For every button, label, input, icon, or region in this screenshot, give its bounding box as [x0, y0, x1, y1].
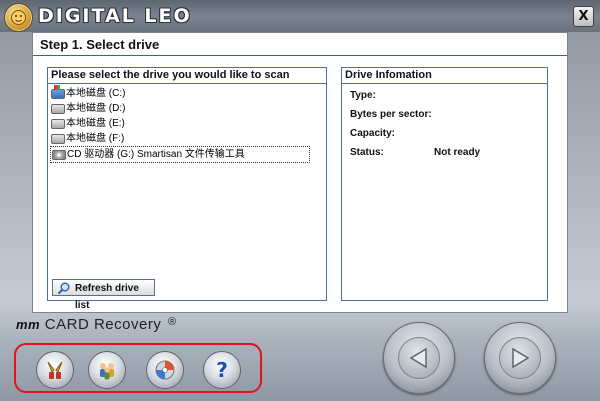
brand-name: CARD Recovery: [44, 316, 162, 333]
system-drive-icon: [51, 85, 65, 99]
magnifier-icon: [57, 282, 70, 295]
title-bar[interactable]: DIGITAL LEO X: [0, 0, 600, 32]
bytes-per-sector-label: Bytes per sector:: [350, 109, 432, 120]
back-arrow-icon: [409, 347, 427, 369]
status-label: Status:: [350, 147, 384, 158]
next-button[interactable]: [484, 322, 556, 394]
drive-information-panel: Drive Infomation Type: Bytes per sector:…: [341, 67, 548, 301]
tools-button[interactable]: [36, 351, 74, 389]
drive-label: 本地磁盘 (D:): [66, 103, 126, 114]
drive-label: 本地磁盘 (C:): [66, 88, 126, 99]
drive-label: 本地磁盘 (F:): [66, 133, 125, 144]
users-button[interactable]: [88, 351, 126, 389]
hard-drive-icon: [51, 134, 65, 144]
close-button[interactable]: X: [573, 6, 594, 27]
cd-drive-icon: [52, 150, 66, 160]
refresh-drive-list-button[interactable]: Refresh drive list: [52, 279, 155, 311]
cd-globe-icon: [155, 360, 175, 380]
back-button[interactable]: [383, 322, 455, 394]
tool-buttons-group: ?: [14, 343, 262, 393]
step-header: Step 1. Select drive: [33, 33, 567, 56]
drive-item-d[interactable]: 本地磁盘 (D:): [50, 101, 324, 116]
info-panel-header: Drive Infomation: [342, 68, 547, 84]
registered-mark: ®: [168, 316, 177, 328]
status-value: Not ready: [434, 147, 481, 158]
drive-item-c[interactable]: 本地磁盘 (C:): [50, 85, 324, 101]
refresh-label: Refresh drive list: [75, 283, 139, 311]
app-window: DIGITAL LEO X Step 1. Select drive Pleas…: [0, 0, 600, 401]
help-icon: ?: [216, 358, 228, 382]
product-brand: mm CARD Recovery ®: [16, 316, 177, 333]
app-title: DIGITAL LEO: [38, 5, 192, 27]
drive-label: 本地磁盘 (E:): [66, 118, 125, 129]
drive-item-e[interactable]: 本地磁盘 (E:): [50, 116, 324, 131]
help-button[interactable]: ?: [203, 351, 241, 389]
digital-leo-logo-icon: [4, 3, 33, 32]
people-icon: [100, 363, 114, 380]
drive-list[interactable]: 本地磁盘 (C:) 本地磁盘 (D:) 本地磁盘 (E:) 本地磁盘 (F:) …: [50, 85, 324, 163]
main-content-panel: Step 1. Select drive Please select the d…: [32, 32, 568, 313]
next-arrow-icon: [512, 347, 530, 369]
svg-text:?: ?: [216, 358, 228, 382]
hard-drive-icon: [51, 119, 65, 129]
drive-panel-header: Please select the drive you would like t…: [48, 68, 326, 84]
disc-web-button[interactable]: [146, 351, 184, 389]
tools-icon: [47, 361, 63, 379]
drive-label: CD 驱动器 (G:) Smartisan 文件传输工具: [67, 149, 245, 160]
brand-prefix: mm: [16, 317, 41, 332]
drive-item-f[interactable]: 本地磁盘 (F:): [50, 131, 324, 146]
hard-drive-icon: [51, 104, 65, 114]
drive-item-g[interactable]: CD 驱动器 (G:) Smartisan 文件传输工具: [50, 146, 310, 163]
step-title: Step 1. Select drive: [40, 37, 160, 52]
type-label: Type:: [350, 90, 376, 101]
capacity-label: Capacity:: [350, 128, 396, 139]
drive-selection-panel: Please select the drive you would like t…: [47, 67, 327, 311]
